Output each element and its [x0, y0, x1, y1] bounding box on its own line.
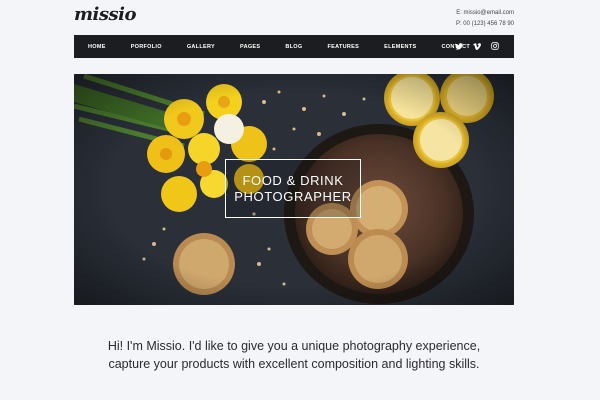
hero-title-box: FOOD & DRINK PHOTOGRAPHER	[225, 159, 361, 218]
nav-item-elements[interactable]: ELEMENTS	[384, 44, 416, 50]
nav-item-pages[interactable]: PAGES	[240, 44, 260, 50]
instagram-icon[interactable]	[490, 41, 500, 51]
intro-text: Hi! I'm Missio. I'd like to give you a u…	[74, 337, 514, 373]
social-links	[454, 41, 500, 51]
hero-title-line-2: PHOTOGRAPHER	[234, 188, 352, 204]
hero-banner: FOOD & DRINK PHOTOGRAPHER	[74, 74, 514, 305]
main-nav: HOME PORFOLIO GALLERY PAGES BLOG FEATURE…	[74, 35, 514, 58]
twitter-icon[interactable]	[454, 41, 464, 51]
nav-item-home[interactable]: HOME	[88, 44, 106, 50]
nav-item-portfolio[interactable]: PORFOLIO	[131, 44, 162, 50]
nav-item-features[interactable]: FEATURES	[327, 44, 359, 50]
nav-item-blog[interactable]: BLOG	[285, 44, 302, 50]
contact-phone: P: 00 (123) 456 78 90	[455, 21, 514, 27]
vimeo-icon[interactable]	[472, 41, 482, 51]
page: missio E: missio@email.com P: 00 (123) 4…	[0, 0, 600, 400]
intro-line-1: Hi! I'm Missio. I'd like to give you a u…	[107, 339, 481, 353]
intro-line-2: capture your products with excellent com…	[108, 357, 480, 371]
contact-email[interactable]: E: missio@email.com	[456, 8, 514, 19]
site-logo[interactable]: missio	[74, 4, 137, 25]
nav-item-gallery[interactable]: GALLERY	[187, 44, 215, 50]
hero-title-line-1: FOOD & DRINK	[242, 172, 344, 188]
contact-info: E: missio@email.com P: 00 (123) 456 78 9…	[456, 8, 514, 30]
